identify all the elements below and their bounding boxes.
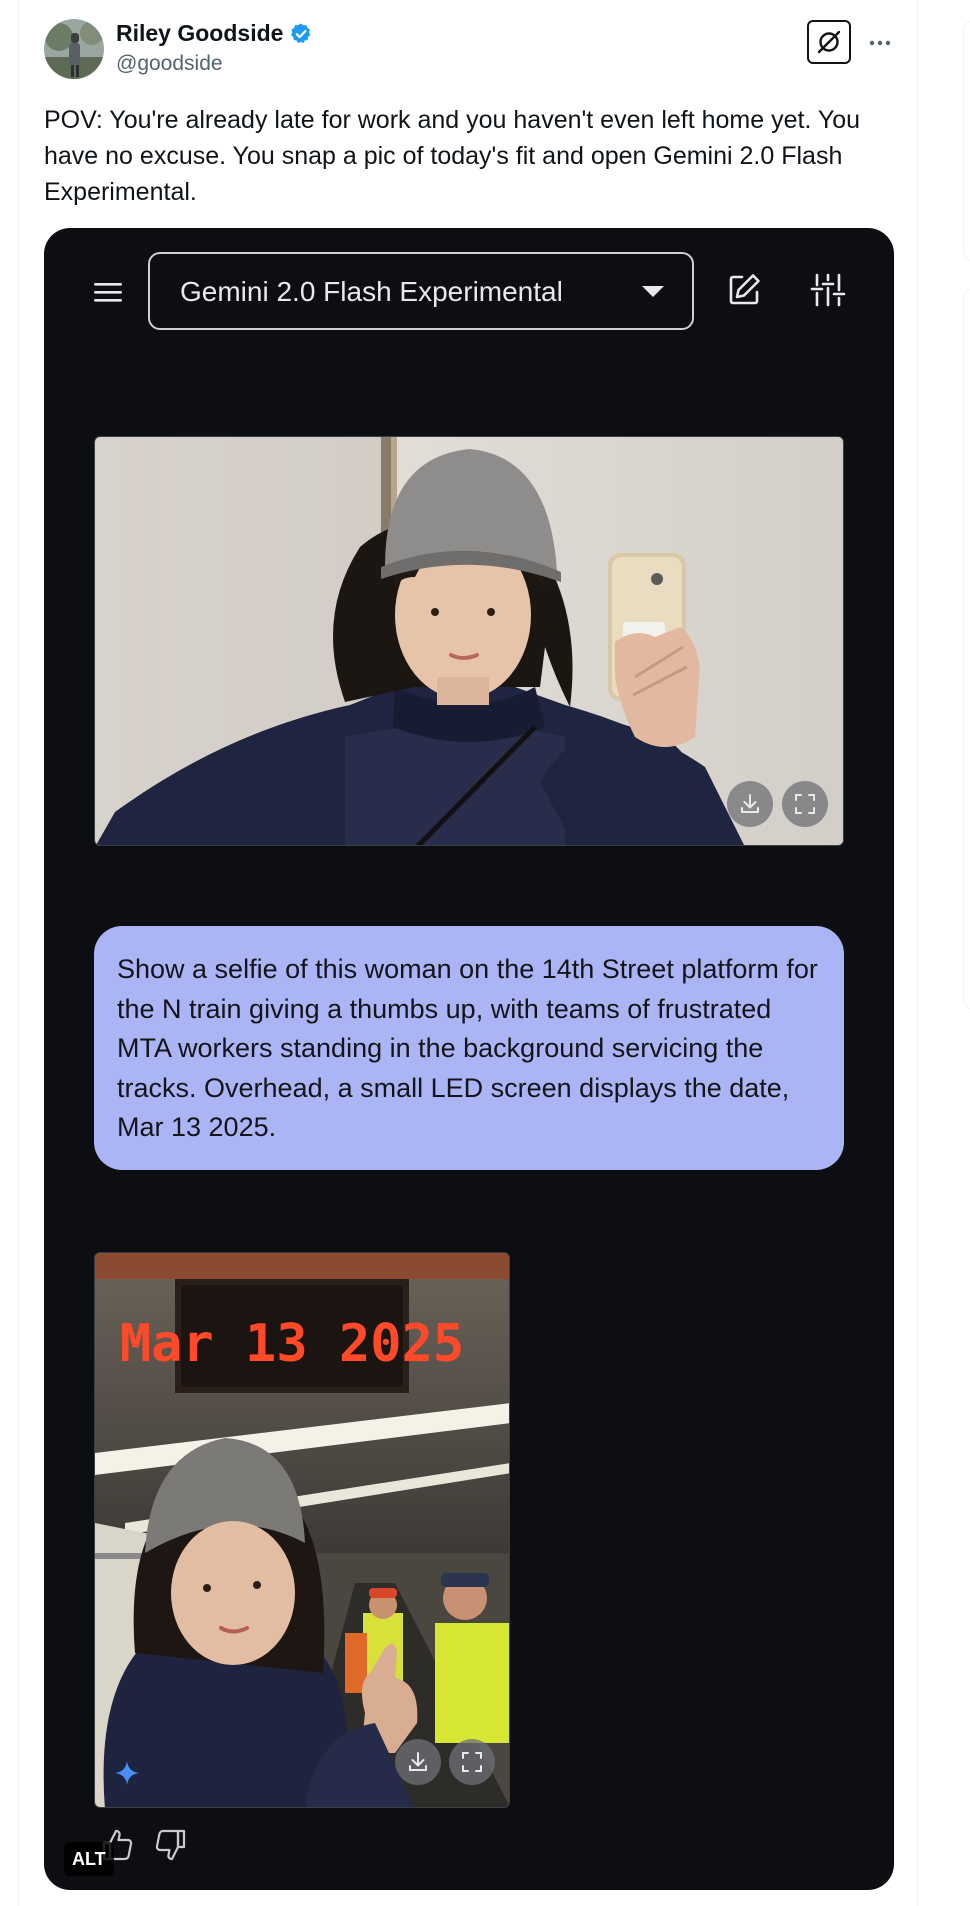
download-button[interactable]	[727, 781, 773, 827]
more-button[interactable]	[866, 28, 894, 56]
side-card	[963, 288, 970, 1010]
more-icon	[869, 40, 891, 46]
uploaded-selfie-image[interactable]	[94, 436, 844, 846]
tweet-media[interactable]: Gemini 2.0 Flash Experimental Show a sel…	[44, 228, 894, 1890]
hamburger-menu-icon[interactable]	[92, 280, 124, 304]
selfie-illustration	[95, 437, 843, 845]
model-selector-label: Gemini 2.0 Flash Experimental	[180, 276, 563, 307]
timeline-border-left	[18, 0, 19, 1906]
fullscreen-button[interactable]	[449, 1739, 495, 1785]
fullscreen-icon	[462, 1752, 482, 1772]
author-name[interactable]: Riley Goodside	[116, 20, 283, 47]
download-icon	[741, 794, 759, 813]
gemini-sparkle-icon	[115, 1761, 139, 1785]
verified-badge-icon	[291, 23, 311, 43]
fullscreen-button[interactable]	[782, 781, 828, 827]
fullscreen-icon	[795, 794, 815, 814]
alt-text-badge[interactable]: ALT	[64, 1842, 114, 1876]
user-prompt-bubble: Show a selfie of this woman on the 14th …	[94, 926, 844, 1170]
user-prompt-text: Show a selfie of this woman on the 14th …	[117, 954, 818, 1142]
tweet-text: POV: You're already late for work and yo…	[44, 106, 861, 206]
author-name-row[interactable]: Riley Goodside	[116, 20, 313, 47]
generated-subway-selfie: Mar 13 2025	[95, 1253, 509, 1807]
grok-icon	[817, 30, 841, 54]
side-card	[963, 20, 970, 262]
timeline-border-right	[917, 0, 918, 1906]
led-date-display: Mar 13 2025	[120, 1314, 464, 1374]
download-button[interactable]	[395, 1739, 441, 1785]
author-handle[interactable]: @goodside	[116, 52, 223, 76]
grok-button[interactable]	[807, 20, 851, 64]
thumbs-down-icon[interactable]	[154, 1828, 188, 1862]
model-selector-dropdown[interactable]: Gemini 2.0 Flash Experimental	[148, 252, 694, 330]
chevron-down-icon	[642, 286, 664, 297]
avatar[interactable]	[44, 19, 104, 79]
tune-icon[interactable]	[810, 272, 846, 308]
new-chat-icon[interactable]	[726, 272, 762, 308]
generated-image[interactable]: Mar 13 2025	[94, 1252, 510, 1808]
download-icon	[409, 1752, 427, 1771]
